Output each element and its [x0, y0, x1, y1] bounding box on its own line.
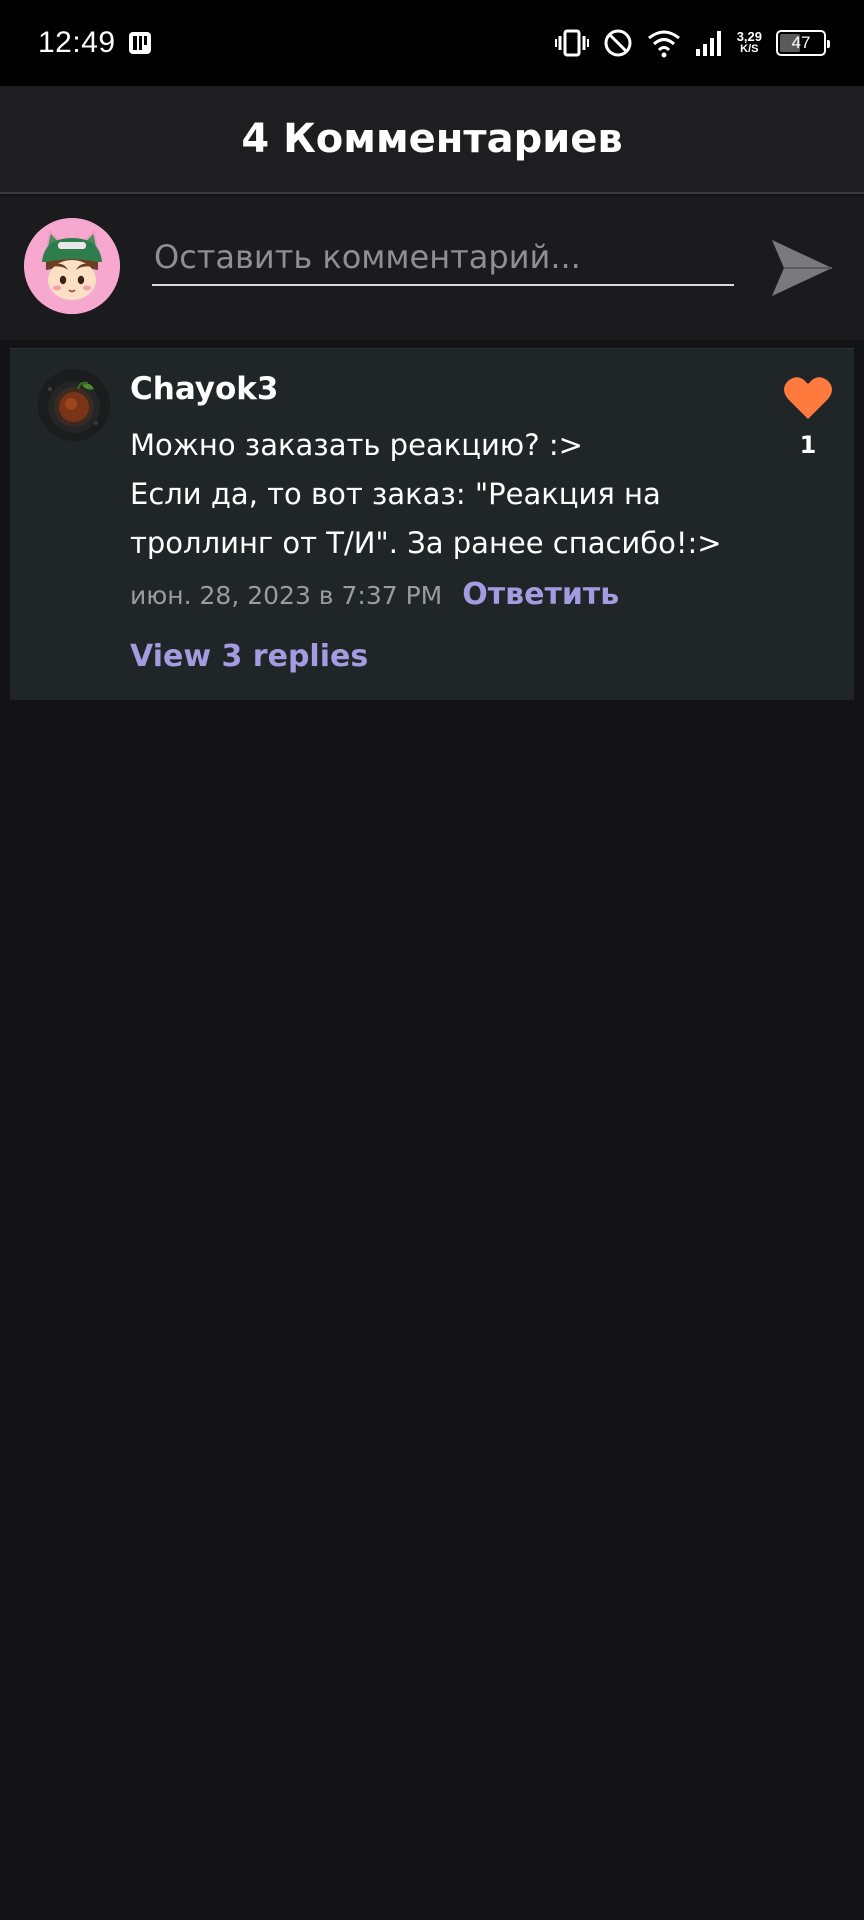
comment-composer	[0, 196, 864, 340]
comment-meta: июн. 28, 2023 в 7:37 PM Ответить	[130, 577, 619, 612]
comment-text-line: Если да, то вот заказ: "Реакция на	[130, 477, 661, 511]
page-title: 4 Комментариев	[241, 116, 623, 162]
send-icon	[764, 240, 840, 307]
like-count: 1	[799, 431, 817, 459]
battery-indicator: 47	[776, 30, 830, 56]
reply-button[interactable]: Ответить	[462, 577, 619, 612]
comment-text: Можно заказать реакцию? :> Если да, то в…	[130, 421, 750, 568]
like-button[interactable]	[782, 375, 834, 421]
comment-item: Chayok3 Можно заказать реакцию? :> Если …	[10, 348, 854, 700]
comments-header: 4 Комментариев	[0, 86, 864, 194]
battery-level: 47	[791, 33, 811, 52]
comment-text-line: троллинг от Т/И". За ранее спасибо!:>	[130, 526, 722, 560]
comment-timestamp: июн. 28, 2023 в 7:37 PM	[130, 581, 443, 610]
vibrate-icon	[554, 28, 589, 58]
commenter-avatar[interactable]	[38, 369, 110, 441]
send-button[interactable]	[764, 232, 840, 304]
current-user-avatar[interactable]	[24, 218, 120, 314]
wifi-icon	[647, 28, 681, 58]
network-speed-value: 3,29	[736, 29, 762, 44]
heart-icon	[782, 377, 834, 425]
status-bar: 12:49 3,29 K/S 47	[0, 0, 864, 86]
comment-text-line: Можно заказать реакцию? :>	[130, 428, 583, 462]
do-not-disturb-icon	[603, 28, 633, 58]
comment-input[interactable]	[152, 230, 734, 286]
signal-icon	[695, 29, 723, 57]
view-replies-button[interactable]: View 3 replies	[130, 639, 368, 674]
notification-app-icon	[128, 30, 152, 56]
network-speed-unit: K/S	[740, 43, 759, 55]
status-time: 12:49	[38, 26, 116, 59]
network-speed: 3,29 K/S	[737, 30, 762, 56]
commenter-name[interactable]: Chayok3	[130, 371, 278, 407]
